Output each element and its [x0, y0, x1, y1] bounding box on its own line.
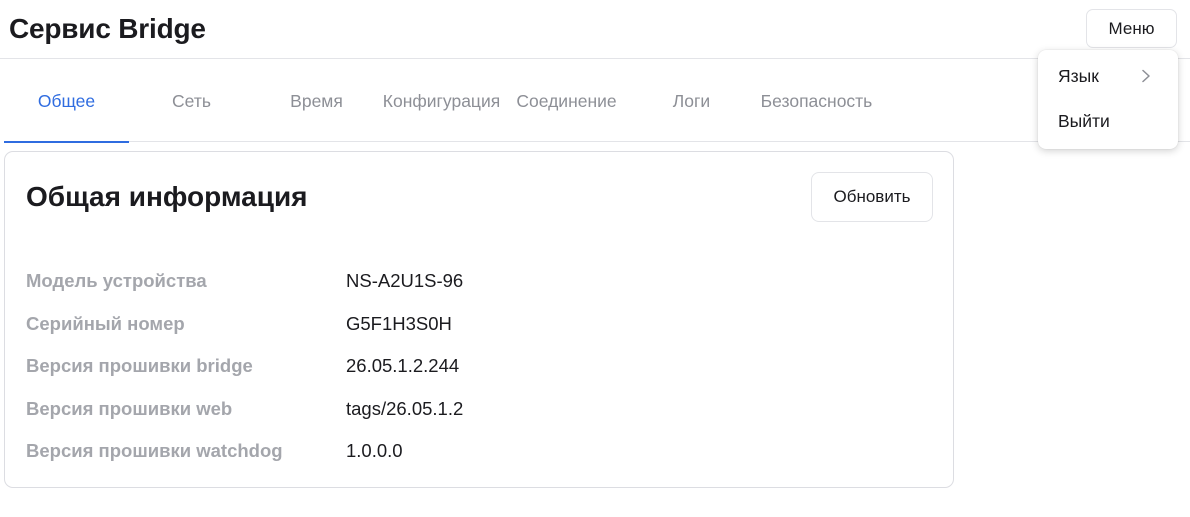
info-value: NS-A2U1S-96: [346, 270, 464, 291]
info-row-device-model: Модель устройства NS-A2U1S-96: [26, 264, 926, 307]
card-title: Общая информация: [26, 181, 308, 212]
chevron-right-icon: [1142, 69, 1150, 83]
menu-item-logout[interactable]: Выйти: [1038, 99, 1178, 143]
tab-general[interactable]: Общее: [4, 60, 129, 143]
info-value: 1.0.0.0: [346, 440, 403, 461]
tab-logs[interactable]: Логи: [629, 60, 754, 142]
info-label: Серийный номер: [26, 312, 185, 334]
info-row-serial-number: Серийный номер G5F1H3S0H: [26, 307, 926, 350]
refresh-button[interactable]: Обновить: [811, 172, 933, 222]
tab-bar: Общее Сеть Время Конфигурация Соединение…: [4, 60, 1190, 143]
tab-time[interactable]: Время: [254, 60, 379, 142]
tab-security[interactable]: Безопасность: [754, 60, 879, 142]
menu-item-language[interactable]: Язык: [1038, 54, 1178, 98]
info-row-web-firmware: Версия прошивки web tags/26.05.1.2: [26, 392, 926, 435]
app-title: Сервис Bridge: [9, 13, 206, 44]
info-label: Версия прошивки web: [26, 397, 233, 419]
info-value: 26.05.1.2.244: [346, 355, 460, 376]
tab-configuration[interactable]: Конфигурация: [379, 60, 504, 142]
menu-item-language-label: Язык: [1058, 65, 1099, 86]
menu-item-logout-label: Выйти: [1058, 110, 1110, 131]
info-value: tags/26.05.1.2: [346, 397, 464, 419]
info-value: G5F1H3S0H: [346, 312, 452, 334]
info-row-bridge-firmware: Версия прошивки bridge 26.05.1.2.244: [26, 349, 926, 392]
info-label: Версия прошивки bridge: [26, 355, 253, 376]
menu-dropdown: Язык Выйти: [1038, 50, 1178, 149]
tab-network[interactable]: Сеть: [129, 60, 254, 142]
info-label: Версия прошивки watchdog: [26, 440, 283, 461]
menu-button[interactable]: Меню: [1086, 9, 1177, 48]
info-row-watchdog-firmware: Версия прошивки watchdog 1.0.0.0: [26, 434, 926, 477]
app-header: Сервис Bridge Меню: [0, 0, 1190, 59]
general-info-card: Общая информация Обновить Модель устройс…: [4, 151, 954, 488]
info-label: Модель устройства: [26, 270, 207, 291]
tab-connection[interactable]: Соединение: [504, 60, 629, 142]
page: Сервис Bridge Меню Общее Сеть Время Конф…: [0, 0, 1190, 517]
info-list: Модель устройства NS-A2U1S-96 Серийный н…: [26, 264, 926, 477]
